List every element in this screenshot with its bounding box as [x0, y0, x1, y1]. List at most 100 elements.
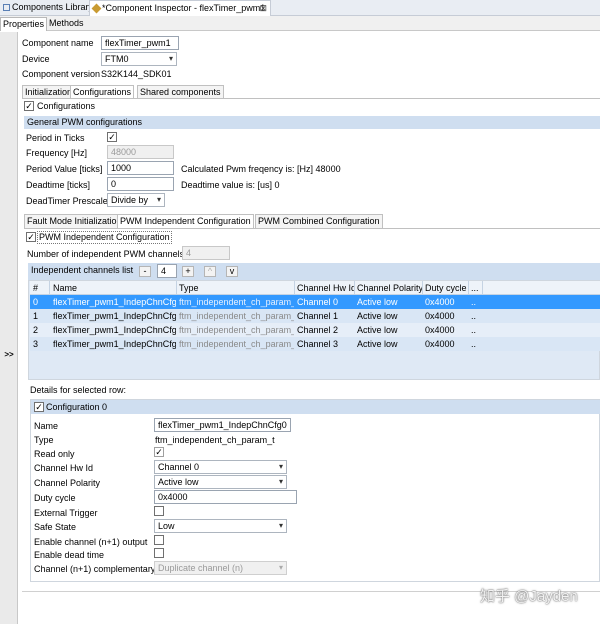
detail-safe-state-select[interactable]: Low ▾	[154, 519, 287, 533]
table-header-row: # Name Type Channel Hw Id Channel Polari…	[30, 281, 600, 295]
tab-component-inspector[interactable]: *Component Inspector - flexTimer_pwm1 ⊠	[89, 0, 271, 16]
tab-components-library[interactable]: Components Library	[0, 0, 93, 16]
table-row[interactable]: 1 flexTimer_pwm1_IndepChnCfg1 ftm_indepe…	[30, 309, 600, 323]
remove-button[interactable]: -	[139, 266, 151, 277]
row-more: ..	[471, 311, 477, 321]
deadtime-label: Deadtime [ticks]	[26, 180, 91, 190]
row-polarity: Active low	[357, 297, 398, 307]
library-icon	[3, 4, 10, 12]
component-version-value: S32K144_SDK01	[101, 69, 172, 79]
list-count-input[interactable]: 4	[157, 264, 177, 278]
row-name: flexTimer_pwm1_IndepChnCfg3	[53, 339, 176, 349]
col-header-duty[interactable]: Duty cycle	[422, 281, 468, 295]
readonly-checkbox[interactable]: ✓	[154, 447, 164, 457]
tab-fault-mode[interactable]: Fault Mode Initialization	[24, 214, 125, 228]
detail-enable-n1-label: Enable channel (n+1) output	[34, 537, 148, 547]
row-name: flexTimer_pwm1_IndepChnCfg0	[53, 297, 176, 307]
detail-complementary-select[interactable]: Duplicate channel (n) ▾	[154, 561, 287, 575]
tab-configurations[interactable]: Configurations	[70, 85, 135, 99]
detail-ext-trigger-label: External Trigger	[34, 508, 98, 518]
col-header-name[interactable]: Name	[50, 281, 176, 295]
col-sep	[482, 281, 483, 295]
col-header-type[interactable]: Type	[176, 281, 294, 295]
detail-duty-label: Duty cycle	[34, 493, 76, 503]
deadtime-input[interactable]: 0	[107, 177, 174, 191]
frequency-input[interactable]: 48000	[107, 145, 174, 159]
period-ticks-checkbox[interactable]: ✓	[107, 132, 117, 142]
enable-n1-checkbox[interactable]	[154, 535, 164, 545]
channels-list-header: Independent channels list	[28, 263, 600, 280]
prescaler-label: DeadTimer Prescaler	[26, 196, 111, 206]
device-select[interactable]: FTM0 ▾	[101, 52, 177, 66]
row-polarity: Active low	[357, 339, 398, 349]
configurations-checkbox[interactable]: ✓	[24, 101, 34, 111]
tab-methods[interactable]: Methods	[47, 17, 86, 31]
prescaler-select[interactable]: Divide by ▾	[107, 193, 165, 207]
row-more: ..	[471, 339, 477, 349]
row-duty: 0x4000	[425, 339, 455, 349]
device-label: Device	[22, 54, 50, 64]
col-header-more[interactable]: ...	[468, 281, 482, 295]
configurations-label: Configurations	[37, 101, 96, 111]
period-value-label: Period Value [ticks]	[26, 164, 103, 174]
ext-trigger-checkbox[interactable]	[154, 506, 164, 516]
table-row[interactable]: 0 flexTimer_pwm1_IndepChnCfg0 ftm_indepe…	[30, 295, 600, 309]
details-panel	[30, 399, 600, 582]
general-pwm-header: General PWM configurations	[24, 116, 600, 129]
period-value-input[interactable]: 1000	[107, 161, 174, 175]
expand-icon[interactable]: >>	[0, 350, 18, 359]
detail-name-input[interactable]: flexTimer_pwm1_IndepChnCfg0	[154, 418, 291, 432]
detail-type-value: ftm_independent_ch_param_t	[155, 435, 275, 445]
row-index: 1	[33, 311, 39, 321]
row-duty: 0x4000	[425, 325, 455, 335]
pwm-independent-label: PWM Independent Configuration	[37, 231, 172, 244]
move-down-button[interactable]: v	[226, 266, 238, 277]
component-name-input[interactable]: flexTimer_pwm1	[101, 36, 179, 50]
configuration-0-checkbox[interactable]: ✓	[34, 402, 44, 412]
row-hwid: Channel 0	[297, 297, 339, 307]
row-type: ftm_independent_ch_param_t	[179, 339, 294, 349]
table-row[interactable]: 3 flexTimer_pwm1_IndepChnCfg3 ftm_indepe…	[30, 337, 600, 351]
watermark-text: 知乎 @Jayden	[480, 588, 578, 605]
tab-shared-components[interactable]: Shared components	[137, 85, 224, 99]
col-header-index[interactable]: #	[30, 281, 50, 295]
pwm-independent-checkbox[interactable]: ✓	[26, 232, 36, 242]
table-row[interactable]: 2 flexTimer_pwm1_IndepChnCfg2 ftm_indepe…	[30, 323, 600, 337]
tab-initialization[interactable]: Initialization	[22, 85, 76, 99]
sub-tab-bar: Properties Methods	[0, 16, 600, 31]
row-duty: 0x4000	[425, 297, 455, 307]
row-more: ..	[471, 297, 477, 307]
detail-polarity-select[interactable]: Active low ▾	[154, 475, 287, 489]
tab-divider	[22, 98, 600, 99]
move-up-button[interactable]: ^	[204, 266, 216, 277]
num-channels-input[interactable]: 4	[182, 246, 230, 260]
component-name-label: Component name	[22, 38, 94, 48]
left-collapse-bar[interactable]	[0, 32, 18, 624]
chevron-down-icon: ▾	[278, 462, 283, 471]
mode-tab-divider	[24, 228, 600, 229]
row-hwid: Channel 1	[297, 311, 339, 321]
add-button[interactable]: +	[182, 266, 194, 277]
detail-readonly-label: Read only	[34, 449, 75, 459]
component-version-label: Component version	[22, 69, 101, 79]
detail-hwid-select[interactable]: Channel 0 ▾	[154, 460, 287, 474]
detail-polarity-label: Channel Polarity	[34, 478, 101, 488]
detail-duty-input[interactable]: 0x4000	[154, 490, 297, 504]
enable-dead-checkbox[interactable]	[154, 548, 164, 558]
chevron-down-icon: ▾	[168, 54, 173, 63]
tab-pwm-combined[interactable]: PWM Combined Configuration	[255, 214, 383, 228]
col-header-polarity[interactable]: Channel Polarity	[354, 281, 422, 295]
frequency-label: Frequency [Hz]	[26, 148, 88, 158]
col-header-hwid[interactable]: Channel Hw Id	[294, 281, 354, 295]
row-hwid: Channel 2	[297, 325, 339, 335]
configuration-0-header	[31, 400, 600, 414]
close-icon[interactable]: ⊠	[259, 1, 267, 16]
row-polarity: Active low	[357, 311, 398, 321]
detail-type-label: Type	[34, 435, 54, 445]
detail-enable-dead-label: Enable dead time	[34, 550, 105, 560]
tab-pwm-independent[interactable]: PWM Independent Configuration	[117, 214, 254, 228]
detail-hwid-label: Channel Hw Id	[34, 463, 94, 473]
tab-properties[interactable]: Properties	[0, 17, 48, 31]
row-type: ftm_independent_ch_param_t	[179, 311, 294, 321]
deadtime-value-text: Deadtime value is: [us] 0	[181, 180, 280, 190]
